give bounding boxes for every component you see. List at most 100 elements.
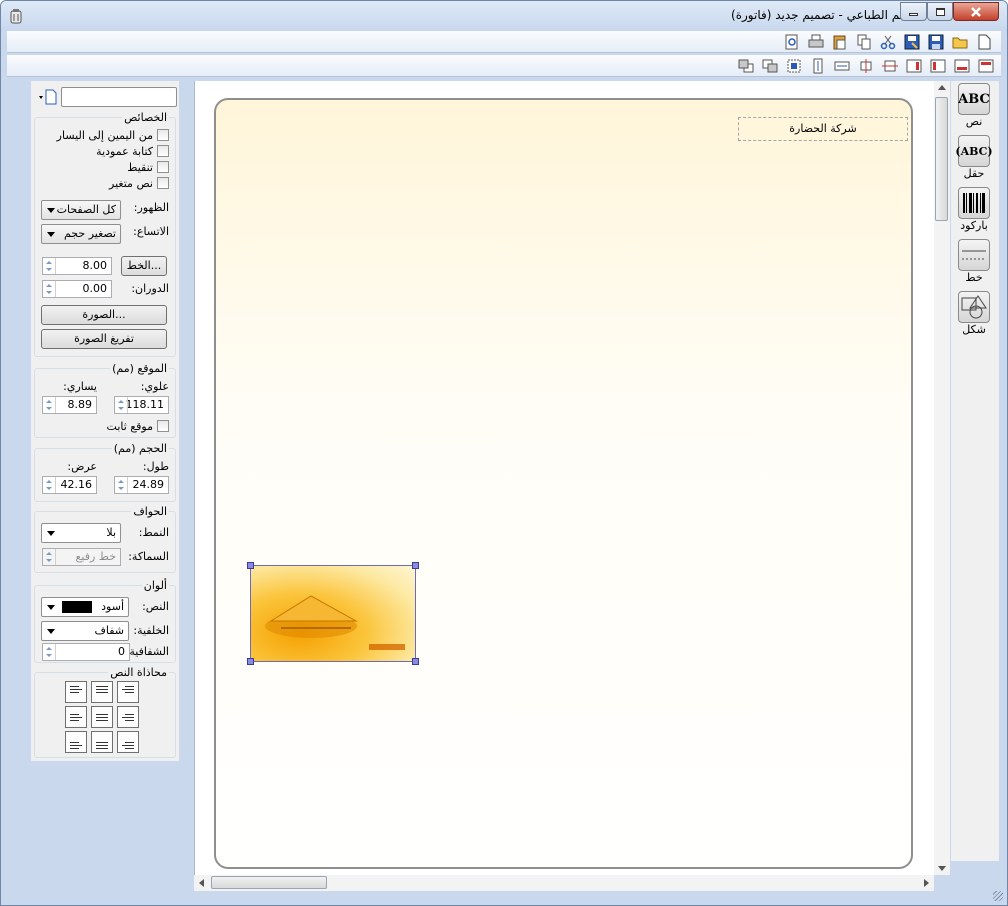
align-left-button[interactable] [929,58,947,74]
horizontal-scroll-thumb[interactable] [211,876,327,889]
top-spinner[interactable]: 118.11 [114,396,169,414]
variable-text-label: نص متغير [109,177,153,190]
opacity-spinner[interactable]: 0 [42,643,130,661]
thickness-spinner[interactable]: خط رفيع [42,548,121,566]
bring-front-button[interactable] [761,58,779,74]
report-page[interactable]: شركة الحضارة [214,98,913,869]
left-spinner[interactable]: 8.89 [42,396,97,414]
same-size-button[interactable] [785,58,803,74]
same-height-button[interactable] [809,58,827,74]
bg-color-value: شفاف [94,624,124,637]
height-value: 24.89 [132,478,165,491]
visibility-select[interactable]: كل الصفحات [41,200,121,220]
line-tool[interactable]: خط [957,239,991,284]
colors-group: ألوان النص: أسود الخلفية: شفاف الشفافية … [34,579,176,663]
align-middle-right-button[interactable] [117,706,139,728]
horizontal-scrollbar[interactable] [194,875,934,891]
text-tool[interactable]: ABC نص [957,83,991,128]
text-tool-label: نص [965,115,983,128]
center-vertical-button[interactable] [857,58,875,74]
spinner-arrows-icon [43,549,56,565]
resize-handle-top-right[interactable] [412,562,419,569]
minimize-button[interactable] [900,2,927,21]
text-color-select[interactable]: أسود [41,597,129,617]
same-height-icon [813,58,823,74]
new-button[interactable] [975,34,993,50]
barcode-tool[interactable]: باركود [957,187,991,232]
send-back-button[interactable] [737,58,755,74]
properties-title: الخصائص [122,111,169,124]
line-icon [958,239,990,271]
height-spinner[interactable]: 24.89 [114,476,169,494]
resize-handle-bottom-right[interactable] [412,658,419,665]
align-bottom-button[interactable] [953,58,971,74]
size-title: الحجم (مم) [111,442,169,455]
rtl-label: من اليمين إلى اليسار [56,129,153,142]
vertical-checkbox[interactable] [157,145,169,157]
resize-handle-top-left[interactable] [247,562,254,569]
image-element[interactable] [247,562,419,665]
shape-icon [958,291,990,323]
align-middle-center-button[interactable] [91,706,113,728]
align-bottom-center-button[interactable] [91,731,113,753]
thickness-label: السماكة: [128,550,169,563]
app-icon [9,8,23,24]
print-preview-button[interactable] [783,34,801,50]
scroll-down-icon[interactable] [938,866,946,871]
align-right-button[interactable] [905,58,923,74]
align-top-button[interactable] [977,58,995,74]
fixed-position-label: موقع ثابت [106,420,153,433]
cut-button[interactable] [879,34,897,50]
chevron-down-icon [47,605,55,610]
spinner-arrows-icon [43,397,56,413]
align-middle-left-button[interactable] [65,706,87,728]
field-tool[interactable]: (ABC) حقل [955,135,993,180]
width-spinner[interactable]: 42.16 [42,476,97,494]
document-dropdown[interactable] [37,89,59,105]
vertical-scrollbar[interactable] [934,81,950,875]
align-top-left-button[interactable] [65,681,87,703]
shape-tool[interactable]: شكل [957,291,991,336]
save-as-button[interactable] [903,34,921,50]
logo-image [265,595,405,650]
design-canvas[interactable]: شركة الحضارة [194,81,934,875]
align-bottom-left-button[interactable] [65,731,87,753]
variable-text-checkbox[interactable] [157,177,169,189]
align-top-right-button[interactable] [117,681,139,703]
scroll-right-icon[interactable] [924,879,929,887]
font-size-spinner[interactable]: 8.00 [42,257,112,275]
rotation-spinner[interactable]: 0.00 [42,280,112,298]
fixed-position-checkbox[interactable] [157,420,169,432]
image-button[interactable]: الصورة... [41,305,167,325]
center-horizontal-button[interactable] [881,58,899,74]
scroll-left-icon[interactable] [199,879,204,887]
resize-grip-icon[interactable] [993,891,1003,901]
same-width-button[interactable] [833,58,851,74]
font-button[interactable]: الخط... [121,256,167,276]
copy-button[interactable] [855,34,873,50]
align-bottom-right-button[interactable] [117,731,139,753]
rtl-checkbox[interactable] [157,129,169,141]
text-align-group: محاذاة النص [34,666,176,758]
vertical-scroll-thumb[interactable] [935,97,948,221]
company-name-field[interactable]: شركة الحضارة [738,117,908,141]
resize-handle-bottom-left[interactable] [247,658,254,665]
save-button[interactable] [927,34,945,50]
chevron-down-icon [47,629,55,634]
border-style-select[interactable]: بلا [41,523,121,543]
close-button[interactable] [953,2,999,21]
bg-color-select[interactable]: شفاف [41,621,129,641]
spinner-arrows-icon [43,477,56,493]
stretch-select[interactable]: تصغير حجم [41,224,121,244]
align-top-center-button[interactable] [91,681,113,703]
paste-button[interactable] [831,34,849,50]
open-button[interactable] [951,34,969,50]
dotted-checkbox[interactable] [157,161,169,173]
print-button[interactable] [807,34,825,50]
align-bottom-icon [954,59,970,73]
align-top-icon [978,59,994,73]
clear-image-button[interactable]: تفريغ الصورة [41,329,167,349]
scroll-up-icon[interactable] [938,85,946,90]
maximize-button[interactable] [927,2,953,21]
element-selector[interactable] [61,87,177,107]
